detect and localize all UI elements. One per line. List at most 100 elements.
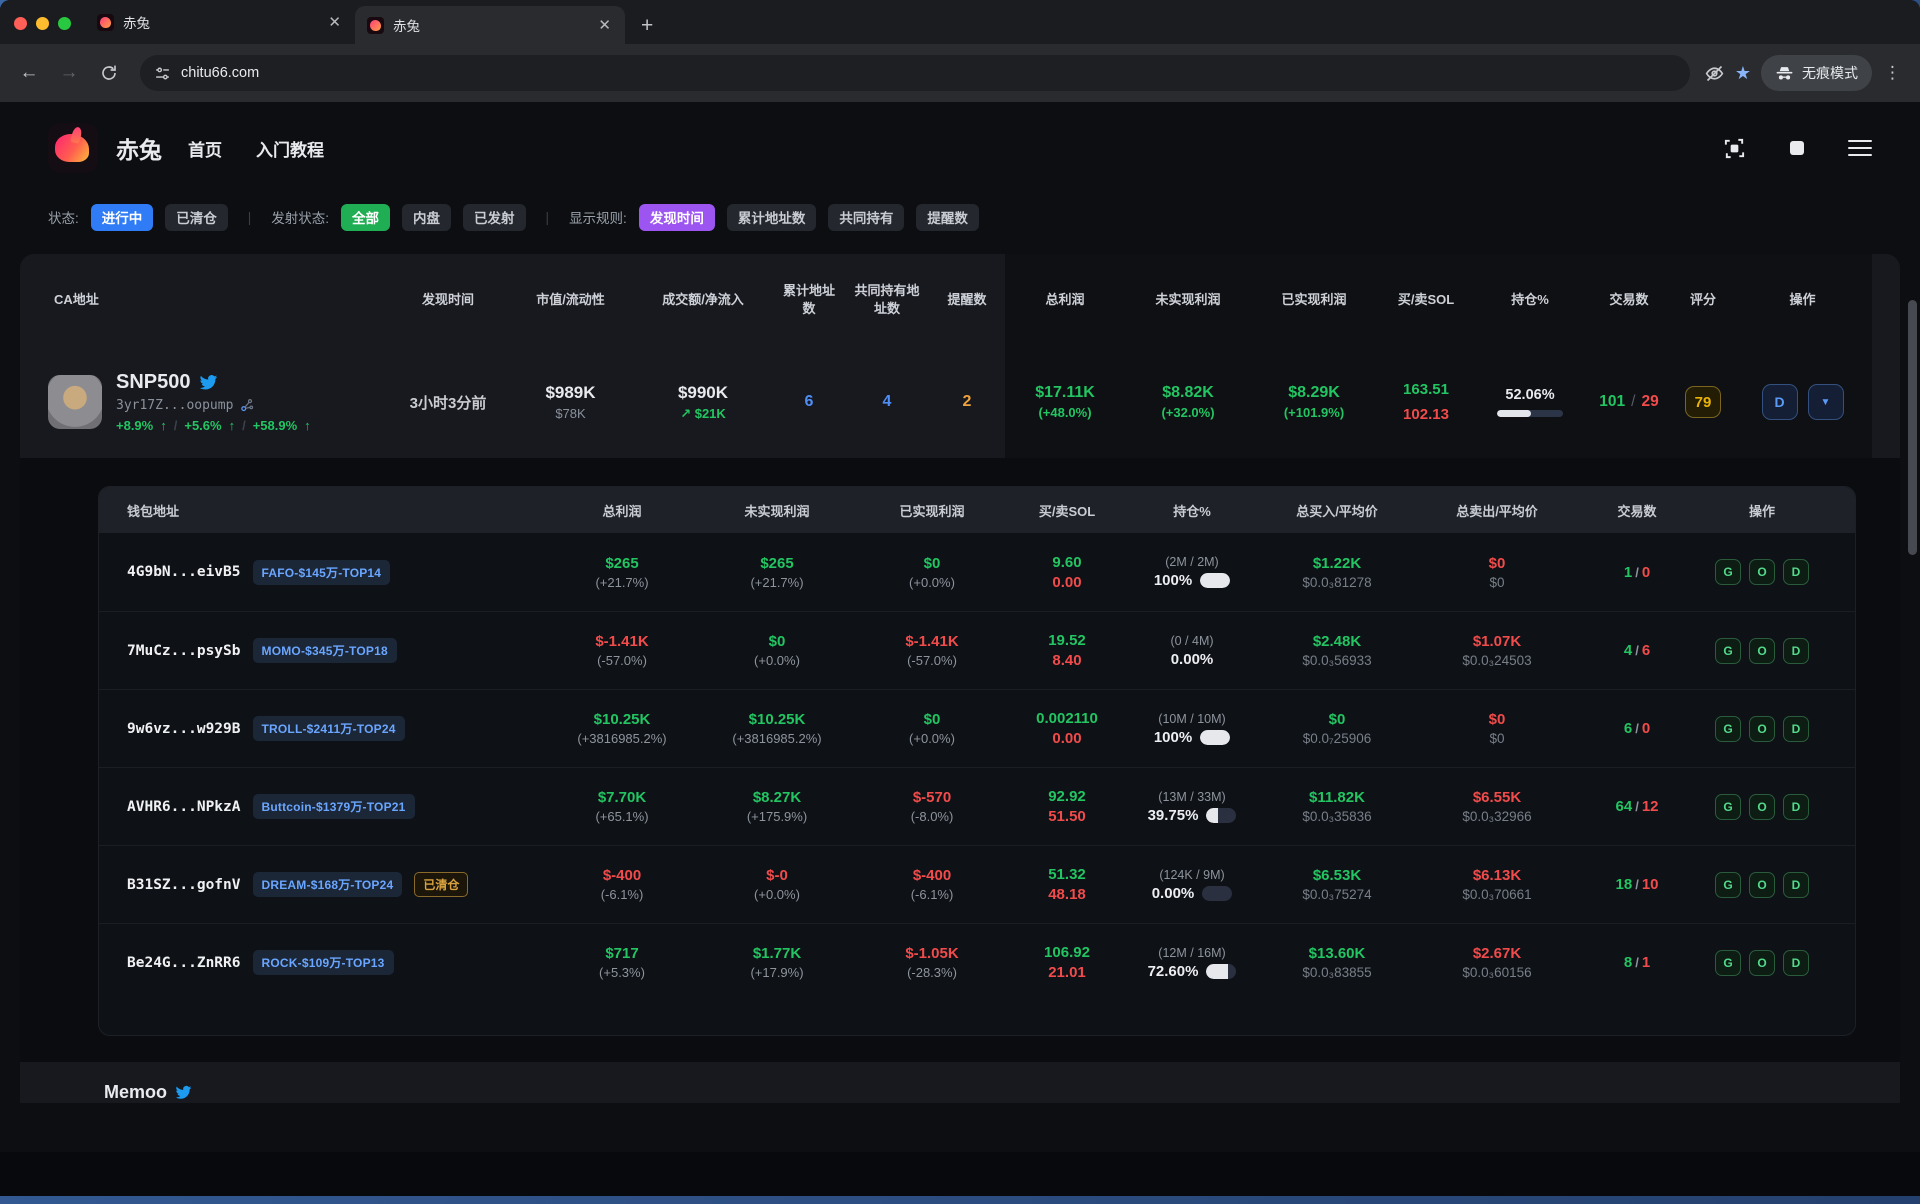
filter-button[interactable]: 已发射 bbox=[463, 204, 526, 231]
wallet-row[interactable]: Be24G...ZnRR6ROCK-$109万-TOP13$717(+5.3%)… bbox=[99, 923, 1855, 1001]
column-header[interactable]: 交易数 bbox=[1585, 254, 1673, 346]
filter-button[interactable]: 发现时间 bbox=[639, 204, 715, 231]
dex-button[interactable]: D bbox=[1762, 384, 1798, 420]
wallet-address[interactable]: 7MuCz...psySb bbox=[127, 643, 241, 659]
page-scrollbar[interactable] bbox=[1908, 300, 1917, 555]
column-header[interactable]: 已实现利润 bbox=[1251, 254, 1377, 346]
dex-button[interactable]: D bbox=[1783, 872, 1809, 898]
filter-button[interactable]: 共同持有 bbox=[828, 204, 904, 231]
column-header[interactable]: 未实现利润 bbox=[1125, 254, 1251, 346]
okx-button[interactable]: O bbox=[1749, 872, 1775, 898]
wallet-row[interactable]: AVHR6...NPkzAButtcoin-$1379万-TOP21$7.70K… bbox=[99, 767, 1855, 845]
eye-off-icon[interactable] bbox=[1704, 63, 1725, 84]
column-header[interactable]: 总利润 bbox=[547, 487, 697, 533]
column-header[interactable]: 提醒数 bbox=[929, 254, 1005, 346]
column-header[interactable]: 市值/流动性 bbox=[508, 254, 633, 346]
wallet-tag[interactable]: MOMO-$345万-TOP18 bbox=[253, 638, 397, 663]
wallet-tag[interactable]: ROCK-$109万-TOP13 bbox=[253, 950, 394, 975]
wallet-row[interactable]: B31SZ...gofnVDREAM-$168万-TOP24已清仓$-400(-… bbox=[99, 845, 1855, 923]
gmgn-button[interactable]: G bbox=[1715, 638, 1741, 664]
column-header[interactable]: 成交额/净流入 bbox=[633, 254, 773, 346]
column-header[interactable]: 买/卖SOL bbox=[1007, 487, 1127, 533]
column-header[interactable]: 总利润 bbox=[1005, 254, 1125, 346]
square-icon[interactable] bbox=[1790, 141, 1804, 155]
url-text[interactable]: chitu66.com bbox=[181, 65, 259, 81]
wallet-tag[interactable]: TROLL-$2411万-TOP24 bbox=[253, 716, 405, 741]
column-header[interactable]: 买/卖SOL bbox=[1377, 254, 1475, 346]
tab-close-icon[interactable]: ✕ bbox=[326, 13, 343, 31]
dex-button[interactable]: D bbox=[1783, 559, 1809, 585]
tab-close-icon[interactable]: ✕ bbox=[596, 16, 613, 34]
dex-button[interactable]: D bbox=[1783, 794, 1809, 820]
next-token-row[interactable]: Memoo bbox=[20, 1062, 1900, 1103]
okx-button[interactable]: O bbox=[1749, 638, 1775, 664]
menu-icon[interactable] bbox=[1848, 135, 1872, 161]
collapse-button[interactable]: ▼ bbox=[1808, 384, 1844, 420]
filter-button[interactable]: 提醒数 bbox=[916, 204, 979, 231]
site-logo[interactable] bbox=[48, 123, 98, 173]
bookmark-star-icon[interactable]: ★ bbox=[1735, 63, 1751, 84]
wallet-address[interactable]: 4G9bN...eivB5 bbox=[127, 564, 241, 580]
column-header[interactable]: 发现时间 bbox=[388, 254, 508, 346]
minimize-window-button[interactable] bbox=[36, 17, 49, 30]
browser-menu-icon[interactable]: ⋮ bbox=[1882, 63, 1908, 83]
column-header[interactable]: 持仓% bbox=[1127, 487, 1257, 533]
column-header[interactable]: 钱包地址 bbox=[127, 487, 547, 533]
reload-button[interactable] bbox=[92, 56, 126, 90]
wallet-tag[interactable]: DREAM-$168万-TOP24 bbox=[253, 872, 403, 897]
wallet-address[interactable]: AVHR6...NPkzA bbox=[127, 799, 241, 815]
column-header[interactable]: 交易数 bbox=[1577, 487, 1697, 533]
filter-button[interactable]: 全部 bbox=[341, 204, 390, 231]
column-header[interactable]: 评分 bbox=[1673, 254, 1733, 346]
okx-button[interactable]: O bbox=[1749, 950, 1775, 976]
nav-tutorial-link[interactable]: 入门教程 bbox=[256, 136, 324, 161]
forward-button[interactable]: → bbox=[52, 56, 86, 90]
column-header[interactable]: 持仓% bbox=[1475, 254, 1585, 346]
back-button[interactable]: ← bbox=[12, 56, 46, 90]
filter-button[interactable]: 进行中 bbox=[91, 204, 154, 231]
dex-button[interactable]: D bbox=[1783, 950, 1809, 976]
close-window-button[interactable] bbox=[14, 17, 27, 30]
column-header[interactable]: 累计地址数 bbox=[773, 254, 845, 346]
new-tab-button[interactable]: + bbox=[625, 14, 669, 44]
wallet-row[interactable]: 4G9bN...eivB5FAFO-$145万-TOP14$265(+21.7%… bbox=[99, 533, 1855, 611]
nav-home-link[interactable]: 首页 bbox=[188, 136, 222, 161]
column-header[interactable]: 总卖出/平均价 bbox=[1417, 487, 1577, 533]
column-header[interactable]: 共同持有地址数 bbox=[845, 254, 929, 346]
token-name[interactable]: SNP500 bbox=[116, 371, 191, 394]
okx-button[interactable]: O bbox=[1749, 794, 1775, 820]
column-header[interactable]: 操作 bbox=[1733, 254, 1872, 346]
filter-button[interactable]: 已清仓 bbox=[165, 204, 228, 231]
maximize-window-button[interactable] bbox=[58, 17, 71, 30]
column-header[interactable]: 未实现利润 bbox=[697, 487, 857, 533]
dex-button[interactable]: D bbox=[1783, 638, 1809, 664]
wallet-tag[interactable]: Buttcoin-$1379万-TOP21 bbox=[253, 794, 415, 819]
wallet-address[interactable]: 9w6vz...w929B bbox=[127, 721, 241, 737]
twitter-icon[interactable] bbox=[175, 1084, 192, 1101]
gmgn-button[interactable]: G bbox=[1715, 794, 1741, 820]
browser-tab-2-active[interactable]: 赤兔 ✕ bbox=[355, 6, 625, 44]
wallet-row[interactable]: 7MuCz...psySbMOMO-$345万-TOP18$-1.41K(-57… bbox=[99, 611, 1855, 689]
wallet-address[interactable]: B31SZ...gofnV bbox=[127, 877, 241, 893]
wallet-address[interactable]: Be24G...ZnRR6 bbox=[127, 955, 241, 971]
column-header[interactable]: 已实现利润 bbox=[857, 487, 1007, 533]
wallet-tag[interactable]: FAFO-$145万-TOP14 bbox=[253, 560, 391, 585]
column-header[interactable]: CA地址 bbox=[48, 254, 388, 346]
qr-scan-icon[interactable] bbox=[1723, 137, 1746, 160]
window-controls[interactable] bbox=[0, 17, 85, 44]
gmgn-button[interactable]: G bbox=[1715, 559, 1741, 585]
dex-button[interactable]: D bbox=[1783, 716, 1809, 742]
token-row[interactable]: SNP500 3yr17Z...oopump +8.9%↑/ +5.6%↑/ +… bbox=[20, 346, 1900, 458]
gmgn-button[interactable]: G bbox=[1715, 872, 1741, 898]
gmgn-button[interactable]: G bbox=[1715, 716, 1741, 742]
okx-button[interactable]: O bbox=[1749, 716, 1775, 742]
token-contract-address[interactable]: 3yr17Z...oopump bbox=[116, 398, 233, 413]
column-header[interactable]: 总买入/平均价 bbox=[1257, 487, 1417, 533]
filter-button[interactable]: 累计地址数 bbox=[727, 204, 817, 231]
twitter-icon[interactable] bbox=[199, 373, 218, 392]
browser-tab-1[interactable]: 赤兔 ✕ bbox=[85, 4, 355, 40]
address-bar[interactable]: chitu66.com bbox=[140, 55, 1690, 91]
token-name[interactable]: Memoo bbox=[104, 1082, 167, 1103]
gmgn-button[interactable]: G bbox=[1715, 950, 1741, 976]
column-header[interactable]: 操作 bbox=[1697, 487, 1827, 533]
